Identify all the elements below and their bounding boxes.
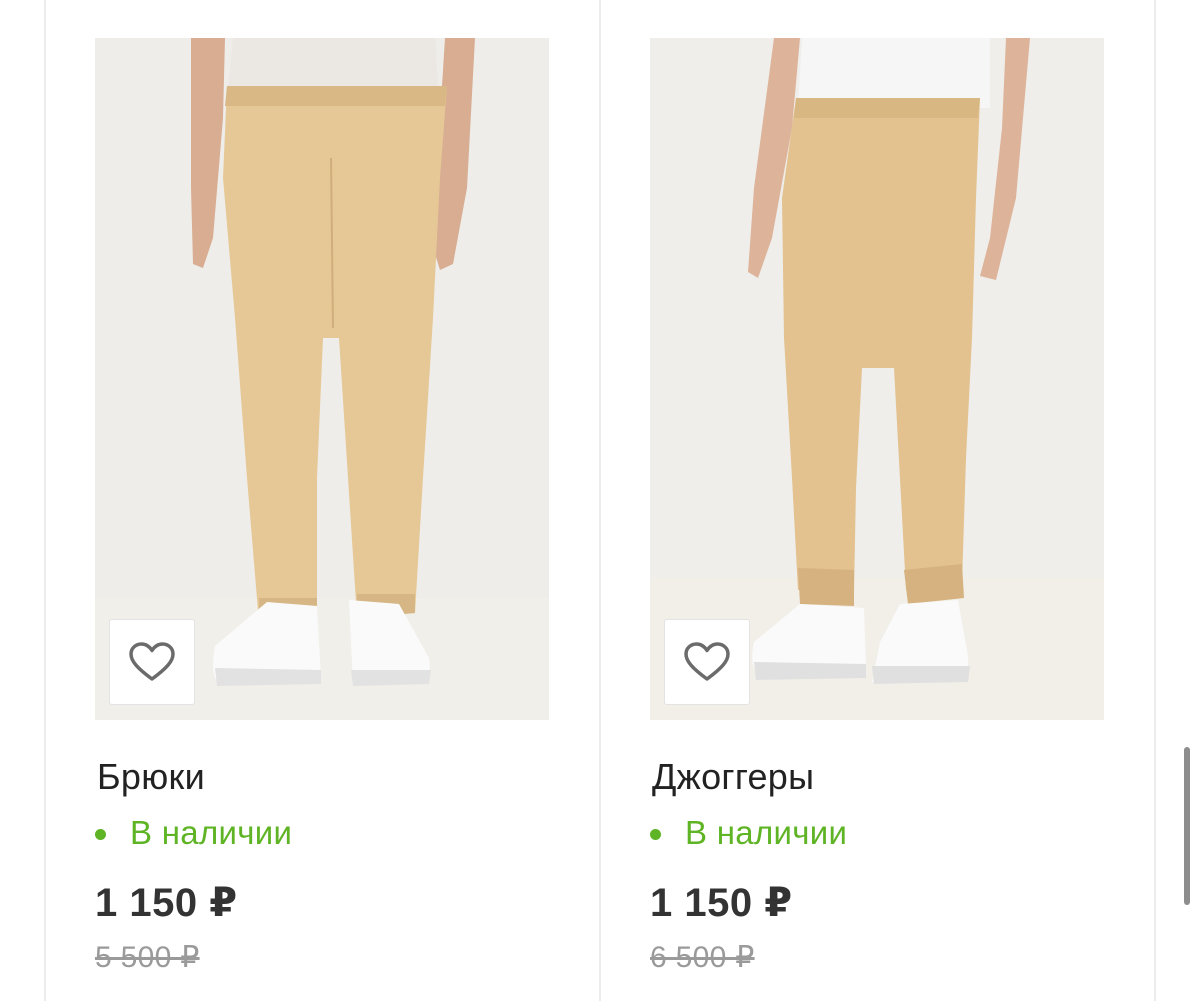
beige-joggers-photo [650,38,1104,720]
product-image[interactable] [650,38,1104,720]
beige-trousers-photo [95,38,549,720]
heart-outline-icon [129,642,175,681]
current-price: 1 150 ₽ [650,881,793,925]
product-image[interactable] [95,38,549,720]
availability-label: В наличии [685,814,848,851]
product-grid: Брюки В наличии 1 150 ₽ 5 500 ₽ Джоггеры… [0,0,1200,1001]
card-divider [1154,0,1156,1001]
product-card[interactable]: Джоггеры В наличии 1 150 ₽ 6 500 ₽ [650,0,1104,1001]
card-divider [44,0,46,1001]
availability-status: В наличии [650,814,847,852]
current-price: 1 150 ₽ [95,881,238,925]
heart-outline-icon [684,642,730,681]
add-to-favorites-button[interactable] [664,619,750,705]
old-price: 6 500 ₽ [650,941,755,974]
product-title[interactable]: Джоггеры [652,756,814,798]
add-to-favorites-button[interactable] [109,619,195,705]
old-price: 5 500 ₽ [95,941,200,974]
availability-label: В наличии [130,814,293,851]
availability-status: В наличии [95,814,292,852]
vertical-scrollbar[interactable] [1184,747,1190,905]
in-stock-dot-icon [650,828,661,840]
in-stock-dot-icon [95,828,106,840]
product-title[interactable]: Брюки [97,756,205,798]
card-divider [599,0,601,1001]
product-card[interactable]: Брюки В наличии 1 150 ₽ 5 500 ₽ [95,0,549,1001]
